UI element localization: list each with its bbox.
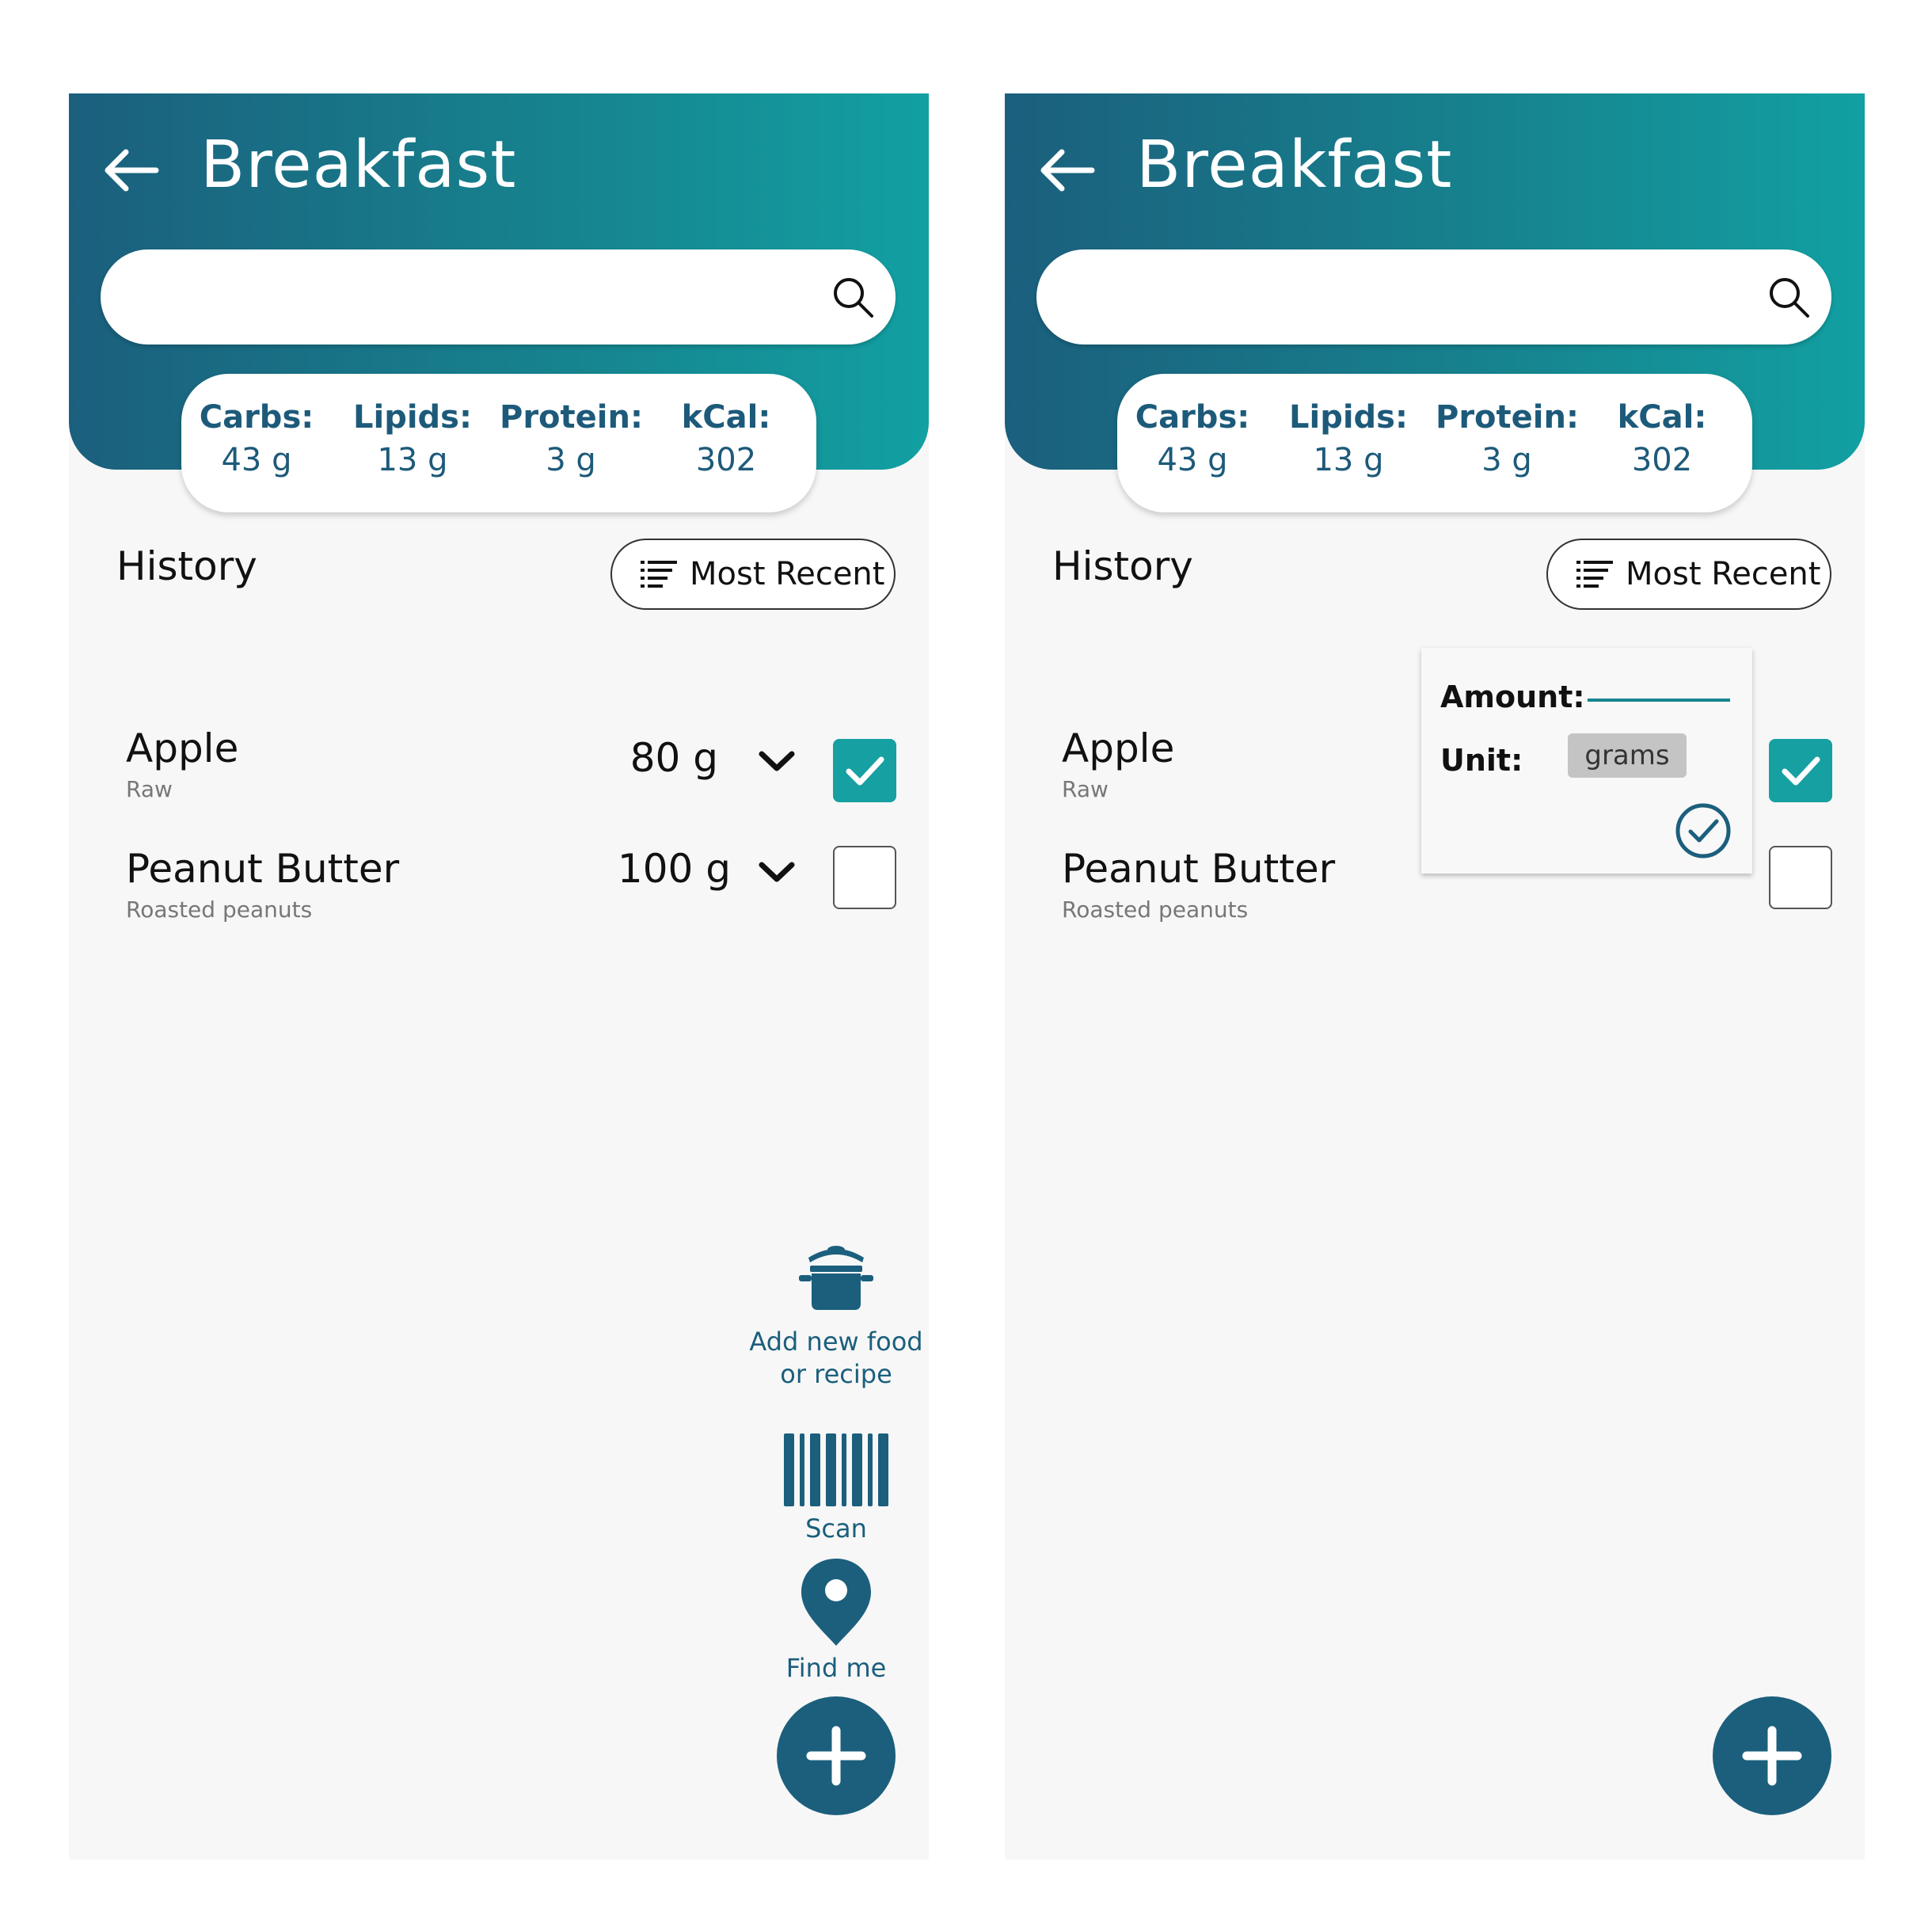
macro-lipids: Lipids: 13 g xyxy=(1289,399,1408,478)
find-me-label: Find me xyxy=(785,1653,887,1683)
back-arrow-icon[interactable] xyxy=(99,139,162,202)
page-title: Breakfast xyxy=(200,128,517,203)
checkmark-icon xyxy=(846,756,884,786)
quantity-value[interactable]: 80 g xyxy=(591,735,718,781)
item-checkbox-unchecked[interactable] xyxy=(833,846,896,909)
macro-protein: Protein: 3 g xyxy=(500,399,643,478)
macro-summary: Carbs: 43 g Lipids: 13 g Protein: 3 g kC… xyxy=(181,374,816,512)
history-heading: History xyxy=(116,543,257,589)
map-pin-icon xyxy=(801,1559,871,1646)
add-food-action[interactable]: Add new food or recipe xyxy=(749,1235,923,1391)
macro-lipids: Lipids: 13 g xyxy=(353,399,472,478)
amount-input[interactable] xyxy=(1588,699,1730,702)
barcode-icon xyxy=(784,1433,888,1506)
search-input[interactable] xyxy=(1076,269,1729,326)
plus-icon xyxy=(806,1726,866,1786)
amount-popup: Amount: Unit: grams xyxy=(1421,648,1752,874)
food-item-subtitle: Raw xyxy=(126,776,173,802)
sort-icon xyxy=(641,561,677,588)
chevron-down-icon[interactable] xyxy=(758,749,796,773)
food-item-subtitle: Roasted peanuts xyxy=(1062,897,1249,923)
item-checkbox-checked[interactable] xyxy=(833,739,896,802)
food-item-apple[interactable]: Apple xyxy=(1062,725,1174,771)
back-arrow-icon[interactable] xyxy=(1035,139,1098,202)
chevron-down-icon[interactable] xyxy=(758,860,796,884)
add-fab-button[interactable] xyxy=(1713,1696,1831,1815)
scan-label: Scan xyxy=(805,1513,867,1544)
food-item-peanut-butter[interactable]: Peanut Butter xyxy=(126,846,399,892)
quantity-value[interactable]: 100 g xyxy=(604,846,731,892)
unit-label: Unit: xyxy=(1440,743,1523,778)
food-item-apple[interactable]: Apple xyxy=(126,725,238,771)
food-item-subtitle: Raw xyxy=(1062,776,1109,802)
search-bar xyxy=(101,249,896,345)
item-checkbox-unchecked[interactable] xyxy=(1769,846,1832,909)
macro-carbs: Carbs: 43 g xyxy=(1135,399,1250,478)
sort-icon xyxy=(1576,561,1613,588)
history-heading: History xyxy=(1052,543,1193,589)
macro-kcal: kCal: 302 xyxy=(1617,399,1707,478)
add-fab-button[interactable] xyxy=(777,1696,896,1815)
food-item-peanut-butter[interactable]: Peanut Butter xyxy=(1062,846,1335,892)
confirm-check-icon[interactable] xyxy=(1675,802,1732,859)
food-item-subtitle: Roasted peanuts xyxy=(126,897,313,923)
sort-button[interactable]: Most Recent xyxy=(610,539,896,610)
screen-history-list: Breakfast Carbs: 43 g Lipids: 13 g Prote… xyxy=(69,93,929,1860)
screen-amount-popup: Breakfast Carbs: 43 g Lipids: 13 g Prote… xyxy=(1005,93,1865,1860)
macro-summary: Carbs: 43 g Lipids: 13 g Protein: 3 g kC… xyxy=(1117,374,1752,512)
checkmark-icon xyxy=(1782,756,1820,786)
scan-action[interactable]: Scan xyxy=(749,1430,923,1545)
macro-kcal: kCal: 302 xyxy=(681,399,771,478)
plus-icon xyxy=(1742,1726,1802,1786)
search-input[interactable] xyxy=(140,269,793,326)
search-bar xyxy=(1036,249,1831,345)
amount-label: Amount: xyxy=(1440,680,1585,714)
macro-carbs: Carbs: 43 g xyxy=(199,399,314,478)
sort-label: Most Recent xyxy=(690,556,885,592)
macro-protein: Protein: 3 g xyxy=(1436,399,1579,478)
sort-button[interactable]: Most Recent xyxy=(1546,539,1831,610)
cooking-pot-icon xyxy=(799,1246,873,1310)
page-title: Breakfast xyxy=(1136,128,1453,203)
find-me-action[interactable]: Find me xyxy=(749,1555,923,1685)
sort-label: Most Recent xyxy=(1626,556,1821,592)
item-checkbox-checked[interactable] xyxy=(1769,739,1832,802)
unit-select[interactable]: grams xyxy=(1568,733,1687,778)
search-icon[interactable] xyxy=(1767,275,1811,319)
add-food-label: Add new food or recipe xyxy=(749,1327,923,1389)
search-icon[interactable] xyxy=(831,275,875,319)
